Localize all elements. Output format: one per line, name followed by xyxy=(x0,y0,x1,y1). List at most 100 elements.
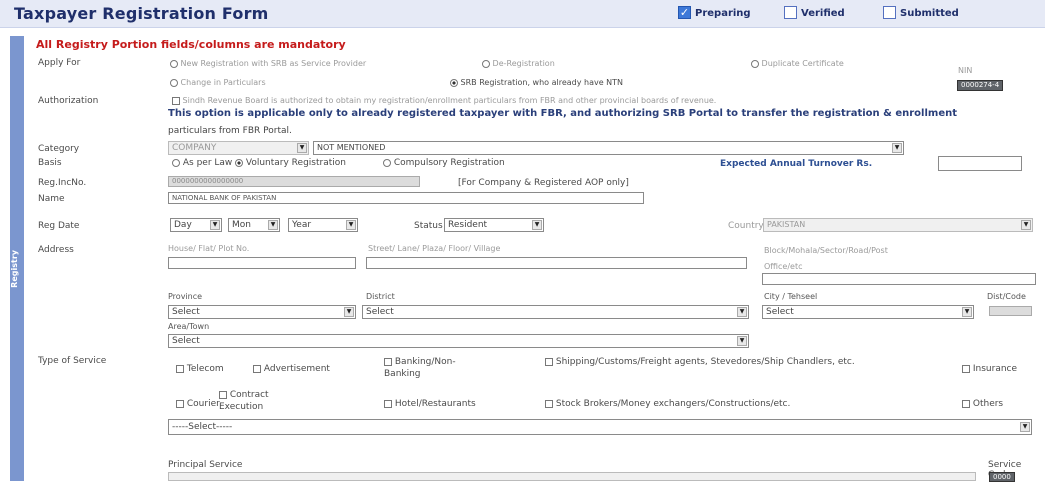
radio-duplicate-certificate[interactable] xyxy=(751,59,759,68)
courier-label: Courier xyxy=(186,399,220,409)
month-select[interactable]: Mon ▼ xyxy=(228,218,280,232)
chevron-down-icon: ▼ xyxy=(737,336,747,346)
authorization-option[interactable]: Sindh Revenue Board is authorized to obt… xyxy=(172,96,716,105)
verified-label: Verified xyxy=(801,8,845,19)
year-value: Year xyxy=(292,220,312,230)
basis-option-law[interactable]: As per Law xyxy=(172,158,232,168)
radio-compulsory[interactable] xyxy=(383,158,391,167)
day-value: Day xyxy=(174,220,192,230)
service-courier[interactable]: Courier xyxy=(176,399,220,409)
service-type-label: Type of Service xyxy=(38,356,107,366)
authorization-info-line2: particulars from FBR Portal. xyxy=(168,126,292,136)
category-select[interactable]: COMPANY ▼ xyxy=(168,141,309,155)
authorization-checkbox[interactable] xyxy=(172,96,180,105)
day-select[interactable]: Day ▼ xyxy=(170,218,222,232)
stock-label: Stock Brokers/Money exchangers/Construct… xyxy=(555,399,791,409)
apply-option-srb[interactable]: SRB Registration, who already have NTN xyxy=(450,78,623,87)
telecom-checkbox[interactable] xyxy=(176,364,184,373)
radio-de-registration[interactable] xyxy=(482,59,490,68)
status-select[interactable]: Resident ▼ xyxy=(444,218,544,232)
status-value: Resident xyxy=(448,220,488,230)
radio-srb-registration[interactable] xyxy=(450,78,458,87)
service-others[interactable]: Others xyxy=(962,399,1003,409)
chevron-down-icon: ▼ xyxy=(1020,422,1030,432)
authorization-info-line1: This option is applicable only to alread… xyxy=(168,108,957,119)
service-advertisement[interactable]: Advertisement xyxy=(253,364,330,374)
courier-checkbox[interactable] xyxy=(176,399,184,408)
mandatory-note: All Registry Portion fields/columns are … xyxy=(36,38,346,51)
hotel-checkbox[interactable] xyxy=(384,399,392,408)
radio-new-registration[interactable] xyxy=(170,59,178,68)
principal-service-select[interactable] xyxy=(168,472,976,481)
chevron-down-icon: ▼ xyxy=(268,220,278,230)
service-hotel[interactable]: Hotel/Restaurants xyxy=(384,399,476,409)
area-label: Area/Town xyxy=(168,322,210,331)
apply-option-dereg-label: De-Registration xyxy=(492,59,555,68)
chevron-down-icon: ▼ xyxy=(1021,220,1031,230)
turnover-input[interactable] xyxy=(938,156,1022,171)
category-value: COMPANY xyxy=(172,143,217,153)
reg-inc-input[interactable]: 0000000000000000 xyxy=(168,176,420,187)
others-label: Others xyxy=(972,399,1004,409)
apply-option-dereg[interactable]: De-Registration xyxy=(482,59,555,68)
sub-category-select[interactable]: NOT MENTIONED ▼ xyxy=(313,141,904,155)
street-label: Street/ Lane/ Plaza/ Floor/ Village xyxy=(368,244,501,253)
country-select[interactable]: PAKISTAN ▼ xyxy=(763,218,1033,232)
distcode-label: Dist/Code xyxy=(987,292,1026,301)
advertisement-checkbox[interactable] xyxy=(253,364,261,373)
radio-as-per-law[interactable] xyxy=(172,158,180,167)
province-select[interactable]: Select ▼ xyxy=(168,305,356,319)
verified-checkbox[interactable] xyxy=(784,6,797,19)
authorization-label: Authorization xyxy=(38,96,99,106)
basis-option-law-label: As per Law xyxy=(182,158,233,168)
basis-option-voluntary-label: Voluntary Registration xyxy=(245,158,346,168)
category-label: Category xyxy=(38,144,80,154)
principal-service-label: Principal Service xyxy=(168,460,243,470)
province-value: Select xyxy=(172,307,200,317)
turnover-label: Expected Annual Turnover Rs. xyxy=(720,159,873,169)
street-input[interactable] xyxy=(366,257,747,269)
district-label: District xyxy=(366,292,395,301)
city-select[interactable]: Select ▼ xyxy=(762,305,974,319)
basis-option-voluntary[interactable]: Voluntary Registration xyxy=(235,158,346,168)
reg-inc-hint: [For Company & Registered AOP only] xyxy=(458,178,629,188)
chevron-down-icon: ▼ xyxy=(962,307,972,317)
city-label: City / Tehseel xyxy=(764,292,818,301)
area-select[interactable]: Select ▼ xyxy=(168,334,749,348)
block-input[interactable] xyxy=(762,273,1036,285)
apply-option-duplicate[interactable]: Duplicate Certificate xyxy=(751,59,844,68)
sub-category-value: NOT MENTIONED xyxy=(317,143,386,152)
service-telecom[interactable]: Telecom xyxy=(176,364,224,374)
name-input[interactable]: NATIONAL BANK OF PAKISTAN xyxy=(168,192,644,204)
apply-option-change[interactable]: Change in Particulars xyxy=(170,78,266,87)
reg-inc-label: Reg.IncNo. xyxy=(38,178,87,188)
apply-option-new[interactable]: New Registration with SRB as Service Pro… xyxy=(170,59,366,68)
banking-checkbox[interactable] xyxy=(384,357,392,366)
house-input[interactable] xyxy=(168,257,356,269)
service-shipping[interactable]: Shipping/Customs/Freight agents, Stevedo… xyxy=(545,356,955,368)
radio-change-particulars[interactable] xyxy=(170,78,178,87)
insurance-checkbox[interactable] xyxy=(962,364,970,373)
stock-checkbox[interactable] xyxy=(545,399,553,408)
telecom-label: Telecom xyxy=(186,364,224,374)
shipping-checkbox[interactable] xyxy=(545,357,553,366)
radio-voluntary[interactable] xyxy=(235,158,243,167)
preparing-checkbox[interactable]: ✓ xyxy=(678,6,691,19)
submitted-checkbox[interactable] xyxy=(883,6,896,19)
block-label-2: Office/etc xyxy=(764,262,803,271)
service-select[interactable]: -----Select----- ▼ xyxy=(168,419,1032,435)
submitted-label: Submitted xyxy=(900,8,959,19)
contract-checkbox[interactable] xyxy=(219,390,227,399)
chevron-down-icon: ▼ xyxy=(737,307,747,317)
service-contract[interactable]: Contract Execution xyxy=(219,389,289,413)
authorization-text: Sindh Revenue Board is authorized to obt… xyxy=(182,96,717,105)
advertisement-label: Advertisement xyxy=(263,364,330,374)
year-select[interactable]: Year ▼ xyxy=(288,218,358,232)
others-checkbox[interactable] xyxy=(962,399,970,408)
basis-option-compulsory[interactable]: Compulsory Registration xyxy=(383,158,505,168)
service-insurance[interactable]: Insurance xyxy=(962,364,1017,374)
service-banking[interactable]: Banking/Non-Banking xyxy=(384,356,484,380)
district-select[interactable]: Select ▼ xyxy=(362,305,749,319)
country-label: Country xyxy=(728,221,764,231)
service-stock[interactable]: Stock Brokers/Money exchangers/Construct… xyxy=(545,399,790,409)
